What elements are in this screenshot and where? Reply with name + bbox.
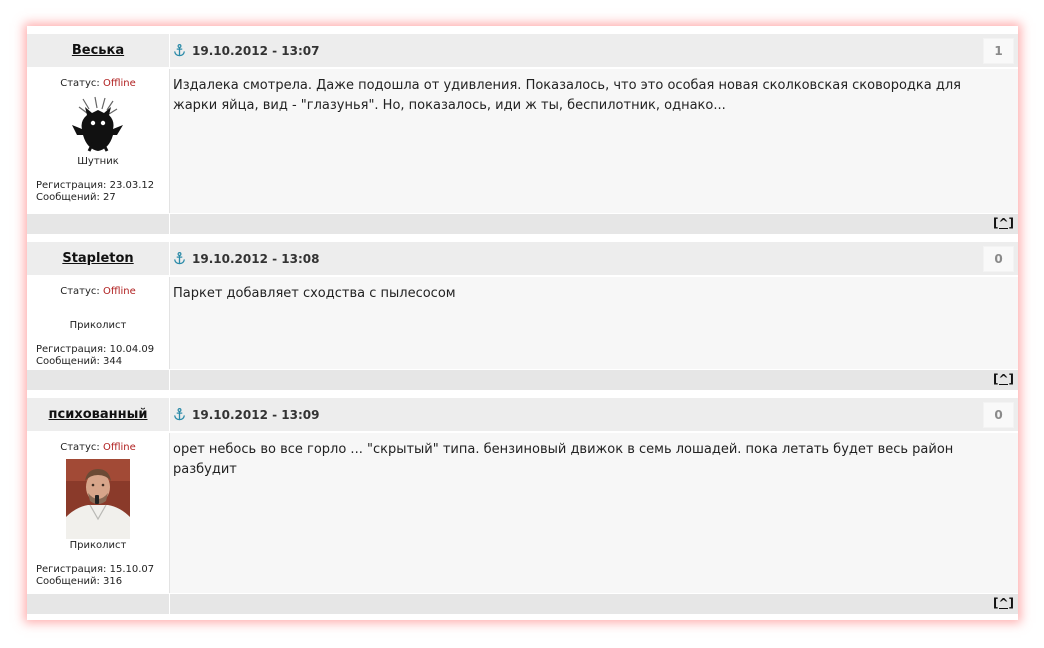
message-count: Сообщений: 344	[36, 356, 123, 367]
author-cell: психованный	[27, 398, 170, 431]
forum-topic: Веська 19.10.2012 - 13:07 1 Статус: Offl…	[27, 26, 1018, 620]
status-line: Статус: Offline	[27, 286, 169, 297]
post: Stapleton 19.10.2012 - 13:08 0 Статус: O…	[27, 242, 1018, 390]
message-content: Паркет добавляет сходства с пылесосом	[170, 277, 1018, 369]
post-rating-badge[interactable]: 0	[983, 402, 1014, 428]
back-to-top-link[interactable]: [^]	[993, 372, 1014, 386]
author-info: Статус: Offline Шутник Регистрация: 23.0…	[27, 69, 170, 213]
post: психованный 19.10.2012 - 13:09 0 Статус:…	[27, 398, 1018, 614]
back-to-top-link[interactable]: [^]	[993, 216, 1014, 230]
post-header: Веська 19.10.2012 - 13:07 1	[27, 34, 1018, 67]
post-date: 19.10.2012 - 13:08	[173, 242, 319, 275]
status-line: Статус: Offline	[27, 442, 169, 453]
user-rank: Шутник	[77, 156, 119, 167]
user-stats: Регистрация: 10.04.09 Сообщений: 344	[36, 344, 154, 368]
registration-date: Регистрация: 23.03.12	[36, 180, 155, 191]
post-footer: [^]	[27, 370, 1018, 390]
author-info: Статус: Offline Приколист Регистрация: 1…	[27, 433, 170, 593]
user-stats: Регистрация: 23.03.12 Сообщений: 27	[36, 180, 154, 204]
message-content: орет небось во все горло ... "скрытый" т…	[170, 433, 1018, 593]
status-label: Статус:	[60, 442, 100, 453]
footer-divider	[169, 370, 170, 390]
anchor-icon[interactable]	[173, 408, 186, 421]
back-to-top-link[interactable]: [^]	[993, 596, 1014, 610]
post-datetime: 19.10.2012 - 13:08	[192, 251, 320, 266]
status-offline: Offline	[102, 442, 136, 453]
anchor-icon[interactable]	[173, 252, 186, 265]
user-rank: Приколист	[69, 320, 127, 331]
man-photo-avatar	[66, 459, 130, 539]
author-cell: Stapleton	[27, 242, 170, 275]
post-datetime: 19.10.2012 - 13:09	[192, 407, 320, 422]
message-count: Сообщений: 27	[36, 192, 116, 203]
user-rank: Приколист	[69, 540, 127, 551]
post-body: Статус: Offline Приколист Регистрация: 1…	[27, 277, 1018, 369]
author-info: Статус: Offline Приколист Регистрация: 1…	[27, 277, 170, 369]
post-body: Статус: Offline Приколист Регистрация: 1…	[27, 433, 1018, 593]
status-offline: Offline	[102, 78, 136, 89]
status-label: Статус:	[60, 78, 100, 89]
user-stats: Регистрация: 15.10.07 Сообщений: 316	[36, 564, 154, 588]
anchor-icon[interactable]	[173, 44, 186, 57]
post-header: психованный 19.10.2012 - 13:09 0	[27, 398, 1018, 431]
post-footer: [^]	[27, 214, 1018, 234]
author-name-link[interactable]: Stapleton	[62, 251, 133, 266]
post: Веська 19.10.2012 - 13:07 1 Статус: Offl…	[27, 34, 1018, 234]
post-body: Статус: Offline Шутник Регистрация: 23.0…	[27, 69, 1018, 213]
status-line: Статус: Offline	[27, 78, 169, 89]
post-datetime: 19.10.2012 - 13:07	[192, 43, 320, 58]
message-text: Паркет добавляет сходства с пылесосом	[173, 286, 456, 301]
message-text: орет небось во все горло ... "скрытый" т…	[173, 442, 954, 477]
footer-divider	[169, 594, 170, 614]
post-rating-badge[interactable]: 1	[983, 38, 1014, 64]
post-footer: [^]	[27, 594, 1018, 614]
footer-divider	[169, 214, 170, 234]
status-label: Статус:	[60, 286, 100, 297]
status-offline: Offline	[102, 286, 136, 297]
post-date: 19.10.2012 - 13:09	[173, 398, 319, 431]
black-cat-avatar	[72, 96, 123, 152]
post-date: 19.10.2012 - 13:07	[173, 34, 319, 67]
post-header: Stapleton 19.10.2012 - 13:08 0	[27, 242, 1018, 275]
author-name-link[interactable]: психованный	[49, 407, 148, 422]
author-name-link[interactable]: Веська	[72, 43, 124, 58]
post-rating-badge[interactable]: 0	[983, 246, 1014, 272]
message-text: Издалека смотрела. Даже подошла от удивл…	[173, 78, 961, 113]
message-count: Сообщений: 316	[36, 576, 123, 587]
author-cell: Веська	[27, 34, 170, 67]
registration-date: Регистрация: 10.04.09	[36, 344, 155, 355]
message-content: Издалека смотрела. Даже подошла от удивл…	[170, 69, 1018, 213]
registration-date: Регистрация: 15.10.07	[36, 564, 155, 575]
